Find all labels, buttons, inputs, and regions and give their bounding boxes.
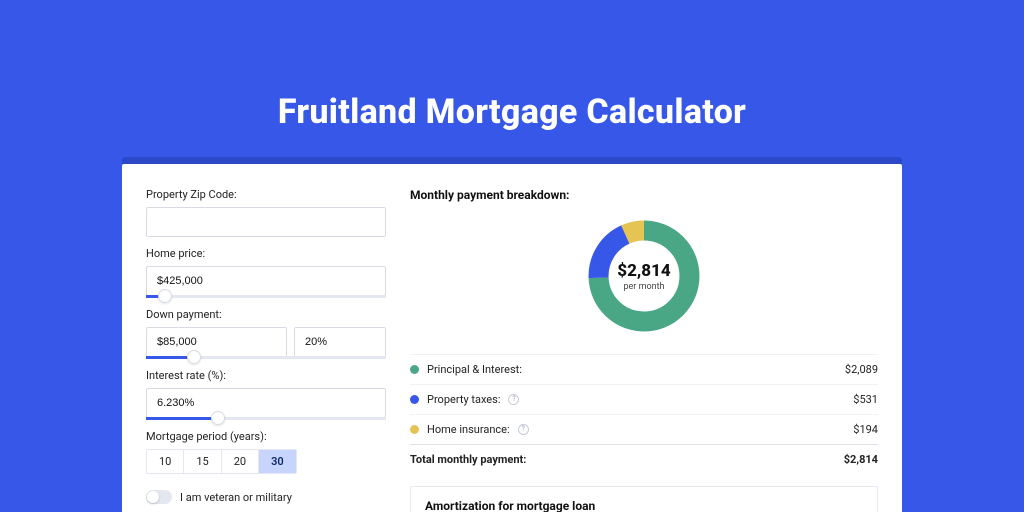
zip-label: Property Zip Code: bbox=[146, 188, 386, 201]
donut-center-value: $2,814 bbox=[617, 261, 670, 281]
slider-thumb[interactable] bbox=[211, 411, 225, 425]
zip-input[interactable] bbox=[146, 207, 386, 237]
legend-label: Home insurance: bbox=[427, 423, 510, 436]
veteran-toggle[interactable] bbox=[146, 490, 172, 504]
slider-thumb[interactable] bbox=[158, 289, 172, 303]
mortgage-period-segmented: 10152030 bbox=[146, 449, 297, 474]
donut-chart-wrap: $2,814 per month bbox=[410, 216, 878, 336]
legend-value: $531 bbox=[853, 393, 878, 406]
info-icon[interactable]: ? bbox=[518, 424, 529, 435]
interest-rate-field: Interest rate (%): bbox=[146, 369, 386, 420]
donut-chart: $2,814 per month bbox=[584, 216, 704, 336]
legend-total-label: Total monthly payment: bbox=[410, 453, 526, 466]
interest-rate-slider[interactable] bbox=[146, 417, 386, 420]
donut-center: $2,814 per month bbox=[584, 216, 704, 336]
total-label-text: Total monthly payment: bbox=[410, 453, 526, 466]
home-price-field: Home price: bbox=[146, 247, 386, 298]
legend-value: $194 bbox=[853, 423, 878, 436]
legend-label: Property taxes: bbox=[427, 393, 500, 406]
legend-value: $2,089 bbox=[845, 363, 878, 376]
veteran-toggle-label: I am veteran or military bbox=[180, 491, 292, 504]
home-price-label: Home price: bbox=[146, 247, 386, 260]
breakdown-title: Monthly payment breakdown: bbox=[410, 188, 878, 202]
calculator-card: Property Zip Code: Home price: Down paym… bbox=[122, 164, 902, 512]
card-shadow: Property Zip Code: Home price: Down paym… bbox=[122, 157, 902, 512]
page-title: Fruitland Mortgage Calculator bbox=[0, 0, 1024, 157]
interest-rate-label: Interest rate (%): bbox=[146, 369, 386, 382]
amortization-box: Amortization for mortgage loan Amortizat… bbox=[410, 486, 878, 512]
zip-field: Property Zip Code: bbox=[146, 188, 386, 237]
slider-fill bbox=[146, 417, 218, 420]
down-payment-field: Down payment: bbox=[146, 308, 386, 359]
home-price-slider[interactable] bbox=[146, 295, 386, 298]
legend-row: Principal & Interest: $2,089 bbox=[410, 354, 878, 384]
veteran-toggle-row: I am veteran or military bbox=[146, 490, 386, 504]
legend: Principal & Interest: $2,089 Property taxe… bbox=[410, 354, 878, 444]
breakdown-column: Monthly payment breakdown: $2,814 per mo… bbox=[410, 188, 878, 512]
legend-dot-icon bbox=[410, 365, 419, 374]
down-payment-slider[interactable] bbox=[146, 356, 386, 359]
down-payment-percent-input[interactable] bbox=[294, 327, 386, 357]
period-option-20[interactable]: 20 bbox=[222, 450, 259, 473]
down-payment-input[interactable] bbox=[146, 327, 287, 357]
down-payment-row bbox=[146, 327, 386, 357]
amortization-title: Amortization for mortgage loan bbox=[425, 499, 863, 512]
legend-left: Principal & Interest: bbox=[410, 363, 522, 376]
legend-left: Property taxes:? bbox=[410, 393, 519, 406]
slider-thumb[interactable] bbox=[187, 350, 201, 364]
legend-label: Principal & Interest: bbox=[427, 363, 522, 376]
legend-dot-icon bbox=[410, 395, 419, 404]
period-option-10[interactable]: 10 bbox=[147, 450, 184, 473]
info-icon[interactable]: ? bbox=[508, 394, 519, 405]
period-option-15[interactable]: 15 bbox=[184, 450, 221, 473]
mortgage-period-field: Mortgage period (years): 10152030 bbox=[146, 430, 386, 474]
inputs-column: Property Zip Code: Home price: Down paym… bbox=[146, 188, 386, 512]
legend-row-total: Total monthly payment: $2,814 bbox=[410, 444, 878, 474]
legend-row: Property taxes:? $531 bbox=[410, 384, 878, 414]
legend-dot-icon bbox=[410, 425, 419, 434]
donut-center-sub: per month bbox=[623, 282, 664, 292]
legend-total-value: $2,814 bbox=[844, 453, 878, 466]
home-price-input[interactable] bbox=[146, 266, 386, 296]
mortgage-period-label: Mortgage period (years): bbox=[146, 430, 386, 443]
interest-rate-input[interactable] bbox=[146, 388, 386, 418]
period-option-30[interactable]: 30 bbox=[259, 450, 296, 473]
legend-left: Home insurance:? bbox=[410, 423, 529, 436]
down-payment-label: Down payment: bbox=[146, 308, 386, 321]
legend-row: Home insurance:? $194 bbox=[410, 414, 878, 444]
